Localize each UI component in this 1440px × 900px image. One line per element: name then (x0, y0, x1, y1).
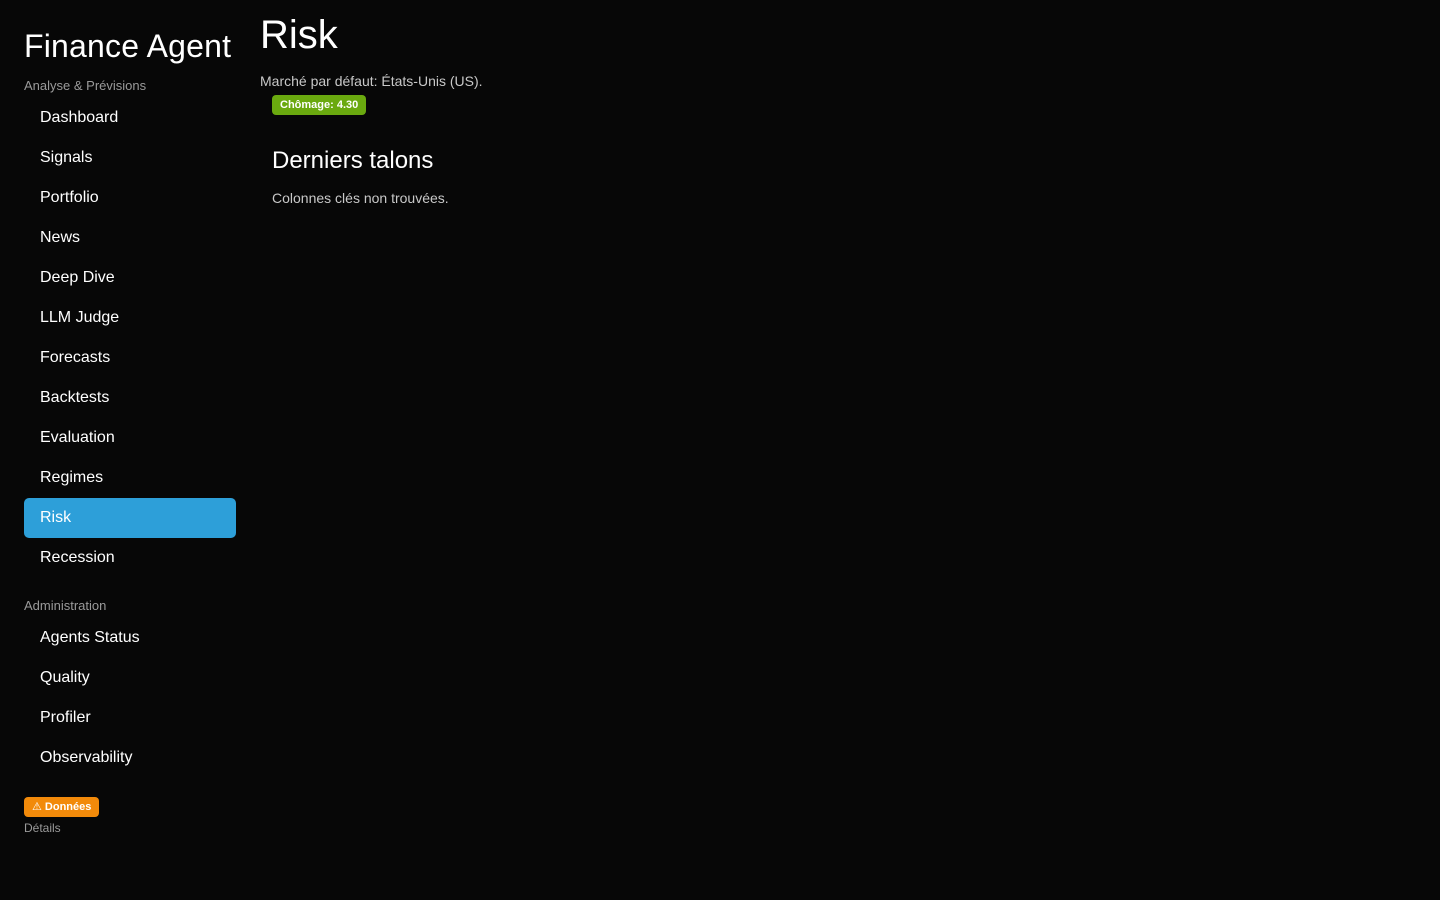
sidebar-item-llm-judge[interactable]: LLM Judge (24, 298, 236, 338)
sidebar-item-quality[interactable]: Quality (24, 658, 236, 698)
app-title: Finance Agent (24, 28, 232, 64)
sidebar-nav-analysis: Dashboard Signals Portfolio News Deep Di… (24, 98, 236, 578)
sidebar-item-backtests[interactable]: Backtests (24, 378, 236, 418)
sidebar-item-profiler[interactable]: Profiler (24, 698, 236, 738)
default-market-text: Marché par défaut: États-Unis (US). (260, 73, 483, 89)
page-title: Risk (260, 13, 338, 57)
sidebar-item-news[interactable]: News (24, 218, 236, 258)
section-title: Derniers talons (272, 147, 434, 174)
unemployment-badge: Chômage: 4.30 (272, 95, 367, 115)
sidebar: Finance Agent Analyse & Prévisions Dashb… (0, 0, 248, 900)
sidebar-section-admin-label: Administration (24, 598, 107, 613)
empty-state-text: Colonnes clés non trouvées. (272, 190, 449, 206)
data-warning-badge[interactable]: ⚠ Données (24, 797, 100, 817)
sidebar-item-regimes[interactable]: Regimes (24, 458, 236, 498)
details-link[interactable]: Détails (24, 820, 61, 836)
sidebar-item-observability[interactable]: Observability (24, 738, 236, 778)
sidebar-item-risk[interactable]: Risk (24, 498, 236, 538)
sidebar-nav-admin: Agents Status Quality Profiler Observabi… (24, 618, 236, 778)
sidebar-item-forecasts[interactable]: Forecasts (24, 338, 236, 378)
sidebar-item-signals[interactable]: Signals (24, 138, 236, 178)
sidebar-item-deep-dive[interactable]: Deep Dive (24, 258, 236, 298)
sidebar-item-evaluation[interactable]: Evaluation (24, 418, 236, 458)
main-content: Risk Marché par défaut: États-Unis (US).… (260, 0, 1440, 900)
sidebar-item-dashboard[interactable]: Dashboard (24, 98, 236, 138)
sidebar-section-analysis-label: Analyse & Prévisions (24, 78, 147, 93)
sidebar-item-portfolio[interactable]: Portfolio (24, 178, 236, 218)
sidebar-item-recession[interactable]: Recession (24, 538, 236, 578)
sidebar-item-agents-status[interactable]: Agents Status (24, 618, 236, 658)
